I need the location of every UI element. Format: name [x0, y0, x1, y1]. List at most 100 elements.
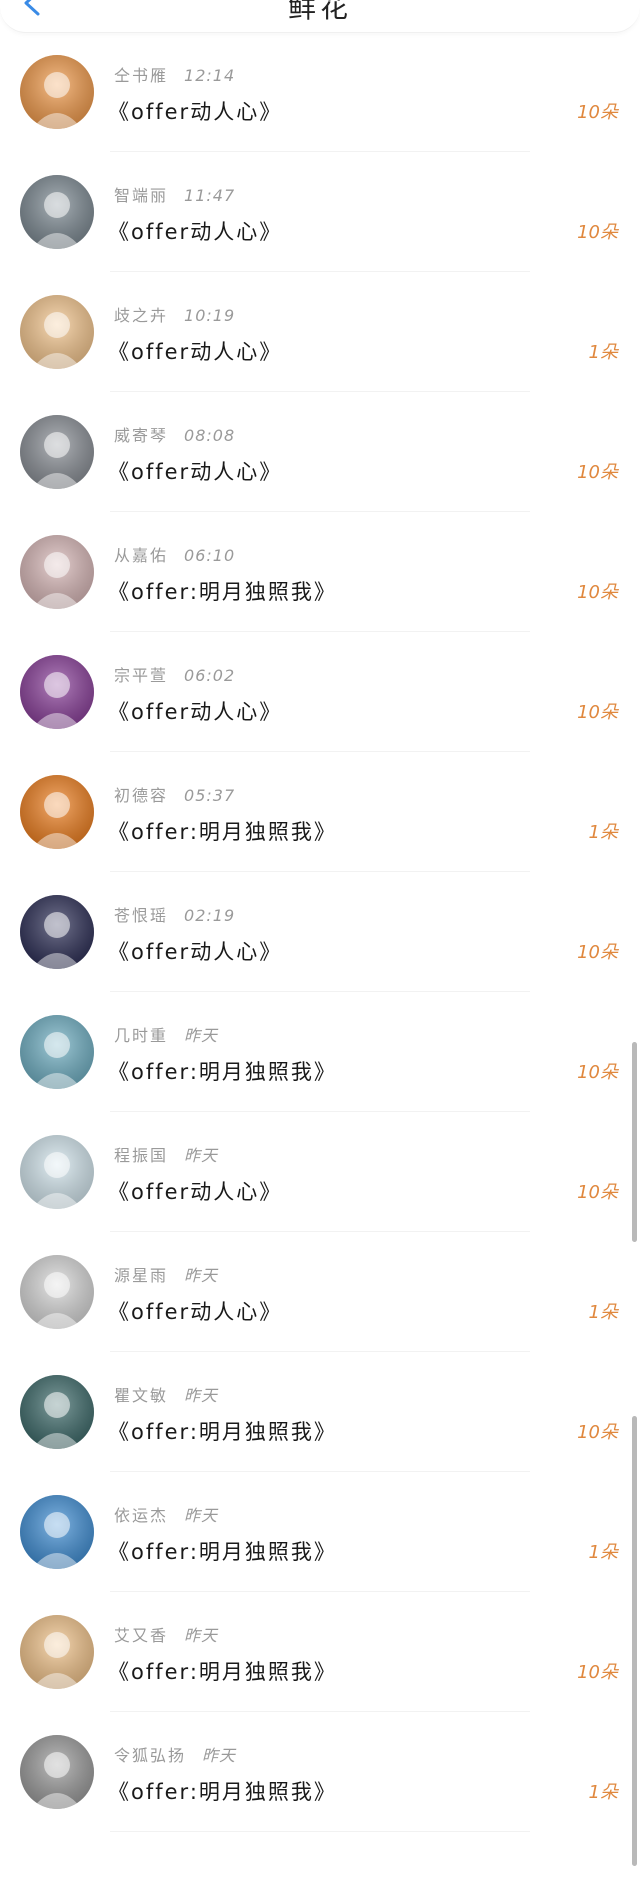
list-item[interactable]: 瞿文敏 昨天《offer:明月独照我》 10朵 [0, 1352, 640, 1472]
send-time: 06:10 [184, 546, 236, 565]
sender-name: 艾又香 [114, 1626, 169, 1645]
long-hair-girl-avatar[interactable] [20, 1015, 94, 1089]
list-item[interactable]: 苍恨瑶 02:19 《offer动人心》 10朵 [0, 872, 640, 992]
flower-count: 1朵 [588, 1782, 618, 1803]
sender-name: 宗平萱 [114, 666, 169, 685]
send-time: 昨天 [202, 1746, 237, 1765]
gift-title: 《offer动人心》 [108, 1300, 283, 1324]
send-time: 12:14 [184, 66, 236, 85]
flower-count: 10朵 [577, 462, 618, 483]
list-item[interactable]: 源星雨 昨天《offer动人心》 1朵 [0, 1232, 640, 1352]
flower-count: 1朵 [588, 1302, 618, 1323]
send-time: 昨天 [184, 1626, 219, 1645]
list-item[interactable]: 威寄琴 08:08 《offer动人心》 10朵 [0, 392, 640, 512]
gift-title: 《offer:明月独照我》 [108, 1420, 337, 1444]
sender-name: 依运杰 [114, 1506, 169, 1525]
send-time: 11:47 [184, 186, 236, 205]
room-photo-avatar[interactable] [20, 415, 94, 489]
send-time: 06:02 [184, 666, 236, 685]
list-item[interactable]: 几时重 昨天 《offer:明月独照我》 10朵 [0, 992, 640, 1112]
cat-in-hat-avatar[interactable] [20, 175, 94, 249]
sender-meta: 源星雨 昨天 [114, 1262, 218, 1286]
sender-meta: 苍恨瑶 02:19 [114, 902, 235, 926]
anime-girl-avatar[interactable] [20, 655, 94, 729]
row-divider [110, 1831, 530, 1832]
gift-title: 《offer动人心》 [108, 700, 283, 724]
scrollbar-lower[interactable] [632, 1416, 637, 1866]
send-time: 昨天 [184, 1506, 219, 1525]
list-item[interactable]: 初德容 05:37 《offer:明月独照我》 1朵 [0, 752, 640, 872]
gift-title: 《offer动人心》 [108, 220, 283, 244]
dark-hair-girl-avatar[interactable] [20, 1255, 94, 1329]
send-time: 05:37 [184, 786, 236, 805]
gift-title: 《offer:明月独照我》 [108, 1540, 337, 1564]
flower-count: 10朵 [577, 1662, 618, 1683]
flower-count: 1朵 [588, 1542, 618, 1563]
flower-count: 10朵 [577, 102, 618, 123]
flower-count: 10朵 [577, 222, 618, 243]
sender-name: 初德容 [114, 786, 169, 805]
flower-count: 10朵 [577, 942, 618, 963]
send-time: 10:19 [184, 306, 236, 325]
sender-name: 令狐弘扬 [114, 1746, 187, 1765]
gift-title: 《offer:明月独照我》 [108, 820, 337, 844]
cartoon-couple-avatar[interactable] [20, 1615, 94, 1689]
send-time: 昨天 [184, 1146, 219, 1165]
gift-title: 《offer动人心》 [108, 1180, 283, 1204]
gift-title: 《offer:明月独照我》 [108, 1660, 337, 1684]
list-item[interactable]: 仝书雁 12:14 《offer动人心》 10朵 [0, 32, 640, 152]
sender-name: 智端丽 [114, 186, 169, 205]
send-time: 02:19 [184, 906, 236, 925]
gray-photo-avatar[interactable] [20, 1735, 94, 1809]
cartoon-peach-avatar[interactable] [20, 295, 94, 369]
sender-name: 仝书雁 [114, 66, 169, 85]
sender-name: 源星雨 [114, 1266, 169, 1285]
scrollbar-upper[interactable] [632, 1042, 637, 1242]
list-item[interactable]: 宗平萱 06:02 《offer动人心》 10朵 [0, 632, 640, 752]
sender-meta: 歧之卉 10:19 [114, 302, 235, 326]
orange-poster-avatar[interactable] [20, 775, 94, 849]
sender-meta: 威寄琴 08:08 [114, 422, 235, 446]
game-character-avatar[interactable] [20, 1375, 94, 1449]
sender-meta: 几时重 昨天 [114, 1022, 218, 1046]
list-item[interactable]: 艾又香 昨天《offer:明月独照我》 10朵 [0, 1592, 640, 1712]
list-item[interactable]: 歧之卉 10:19 《offer动人心》 1朵 [0, 272, 640, 392]
list-item[interactable]: 令狐弘扬 昨天《offer:明月独照我》 1朵 [0, 1712, 640, 1832]
sender-meta: 初德容 05:37 [114, 782, 235, 806]
gift-title: 《offer动人心》 [108, 940, 283, 964]
sender-name: 瞿文敏 [114, 1386, 169, 1405]
sender-meta: 仝书雁 12:14 [114, 62, 235, 86]
cartoon-rabbit-avatar[interactable] [20, 55, 94, 129]
sender-name: 程振国 [114, 1146, 169, 1165]
flower-count: 10朵 [577, 1182, 618, 1203]
gift-title: 《offer:明月独照我》 [108, 1060, 337, 1084]
flower-count: 10朵 [577, 1422, 618, 1443]
person-photo-avatar[interactable] [20, 535, 94, 609]
sender-name: 从嘉佑 [114, 546, 169, 565]
flower-count: 10朵 [577, 582, 618, 603]
sender-name: 威寄琴 [114, 426, 169, 445]
sender-name: 几时重 [114, 1026, 169, 1045]
send-time: 昨天 [184, 1026, 219, 1045]
gift-record-list: 仝书雁 12:14 《offer动人心》 10朵 智端丽 11:47 《offer动人心》 1… [0, 32, 640, 1832]
game-hero-avatar[interactable] [20, 895, 94, 969]
sender-meta: 艾又香 昨天 [114, 1622, 218, 1646]
sender-meta: 依运杰 昨天 [114, 1502, 218, 1526]
top-bar: 鲜花 [0, 0, 640, 33]
gift-title: 《offer动人心》 [108, 460, 283, 484]
list-item[interactable]: 程振国 昨天《offer动人心》 10朵 [0, 1112, 640, 1232]
flower-count: 10朵 [577, 702, 618, 723]
gift-title: 《offer:明月独照我》 [108, 1780, 337, 1804]
sender-meta: 瞿文敏 昨天 [114, 1382, 218, 1406]
flower-count: 1朵 [588, 342, 618, 363]
send-time: 昨天 [184, 1386, 219, 1405]
list-item[interactable]: 从嘉佑 06:10 《offer:明月独照我》 10朵 [0, 512, 640, 632]
sender-meta: 从嘉佑 06:10 [114, 542, 235, 566]
girl-portrait-avatar[interactable] [20, 1135, 94, 1209]
list-item[interactable]: 依运杰 昨天《offer:明月独照我》 1朵 [0, 1472, 640, 1592]
sender-meta: 智端丽 11:47 [114, 182, 235, 206]
sender-meta: 程振国 昨天 [114, 1142, 218, 1166]
send-time: 昨天 [184, 1266, 219, 1285]
surfer-wave-avatar[interactable] [20, 1495, 94, 1569]
list-item[interactable]: 智端丽 11:47 《offer动人心》 10朵 [0, 152, 640, 272]
